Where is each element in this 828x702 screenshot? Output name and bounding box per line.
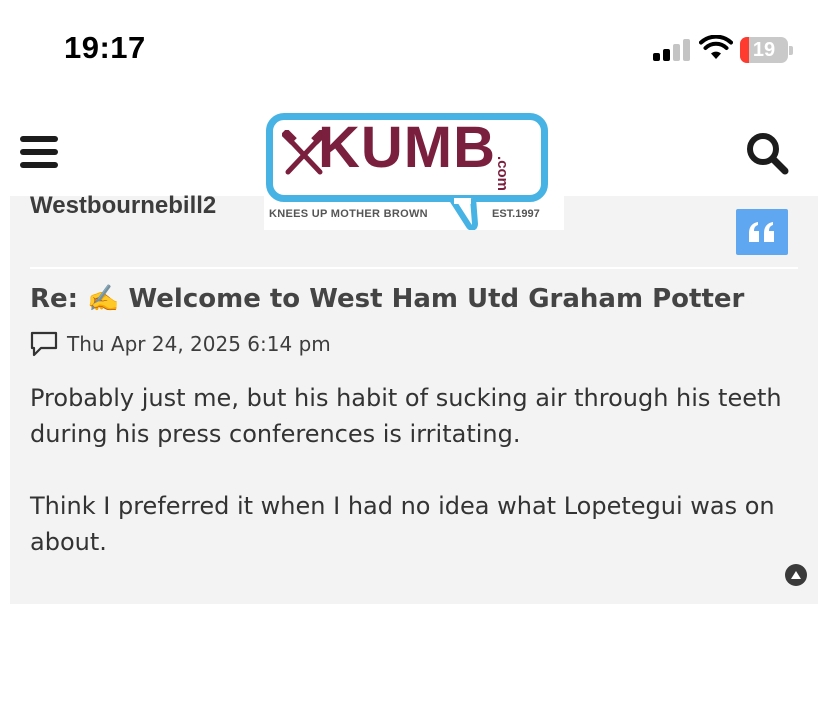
logo-domain-suffix: .com xyxy=(494,156,511,192)
status-time: 19:17 xyxy=(64,30,146,65)
logo-wordmark: KUMB xyxy=(318,115,496,180)
battery-level: 19 xyxy=(752,39,776,61)
arrow-up-circle-icon xyxy=(791,571,801,579)
post-paragraph: Probably just me, but his habit of sucki… xyxy=(30,384,782,448)
speech-bubble-icon xyxy=(30,331,58,357)
hamburger-menu-icon[interactable] xyxy=(20,136,58,168)
post-divider xyxy=(30,267,798,269)
logo-established: EST.1997 xyxy=(492,208,540,220)
post-body: Probably just me, but his habit of sucki… xyxy=(30,380,790,596)
quote-button[interactable] xyxy=(736,209,788,255)
scroll-to-top-button[interactable] xyxy=(785,564,807,586)
logo-tagline: KNEES UP MOTHER BROWN xyxy=(269,208,428,220)
battery-icon: 19 xyxy=(740,37,794,63)
post-title[interactable]: Re: ✍️ Welcome to West Ham Utd Graham Po… xyxy=(30,284,744,314)
post-paragraph: Think I preferred it when I had no idea … xyxy=(30,492,775,556)
search-icon[interactable] xyxy=(745,131,789,175)
post-card: Westbournebill2 Re: ✍️ Welcome to West H… xyxy=(10,194,818,604)
post-author[interactable]: Westbournebill2 xyxy=(30,194,216,218)
logo-speech-tail xyxy=(449,198,478,230)
wifi-icon xyxy=(699,35,733,59)
post-meta: Thu Apr 24, 2025 6:14 pm xyxy=(30,330,331,358)
status-bar: 19:17 19 xyxy=(0,0,828,100)
cellular-signal-icon xyxy=(653,39,691,61)
site-logo[interactable]: KUMB .com KNEES UP MOTHER BROWN EST.1997 xyxy=(264,112,564,230)
post-date: Thu Apr 24, 2025 6:14 pm xyxy=(67,332,331,356)
quote-icon xyxy=(749,222,774,242)
